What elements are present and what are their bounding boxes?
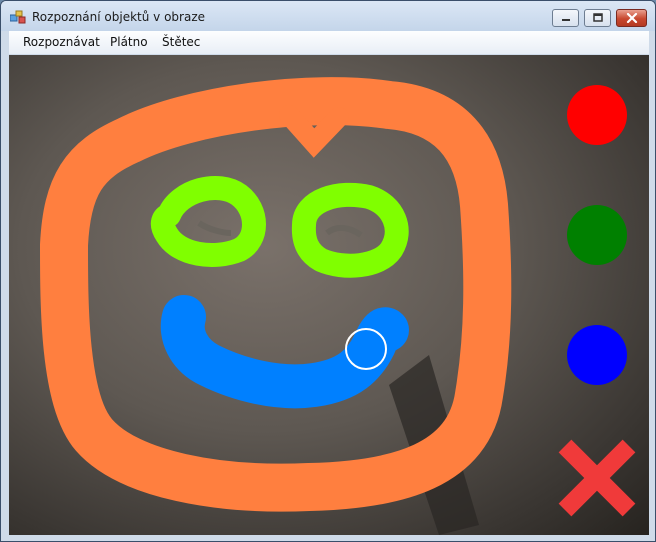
app-window: Rozpoznání objektů v obraze Rozpoznávat … [0, 0, 656, 542]
right-eye-pupil [325, 225, 363, 238]
drawing-layer [40, 77, 636, 535]
menu-platno[interactable]: Plátno [110, 35, 148, 49]
menu-bar: Rozpoznávat Plátno Štětec [9, 31, 649, 54]
camera-canvas[interactable] [9, 55, 649, 535]
mouth-stroke [160, 295, 409, 409]
app-icon [10, 10, 26, 24]
menu-stetec[interactable]: Štětec [162, 35, 200, 49]
minimize-button[interactable] [552, 9, 579, 27]
minimize-icon [561, 19, 570, 21]
title-bar[interactable]: Rozpoznání objektů v obraze [1, 1, 655, 31]
maximize-icon [592, 13, 603, 22]
close-icon [626, 13, 637, 23]
blue-color-button[interactable] [567, 325, 627, 385]
close-button[interactable] [616, 9, 647, 27]
clear-canvas-button[interactable] [558, 439, 636, 517]
red-color-button[interactable] [567, 85, 627, 145]
left-eye-pupil [197, 220, 232, 236]
green-color-button[interactable] [567, 205, 627, 265]
x-icon [558, 439, 636, 517]
menu-rozpoznavat[interactable]: Rozpoznávat [23, 35, 100, 49]
left-eye-stroke [150, 175, 266, 267]
window-title: Rozpoznání objektů v obraze [32, 10, 206, 24]
maximize-button[interactable] [584, 9, 611, 27]
